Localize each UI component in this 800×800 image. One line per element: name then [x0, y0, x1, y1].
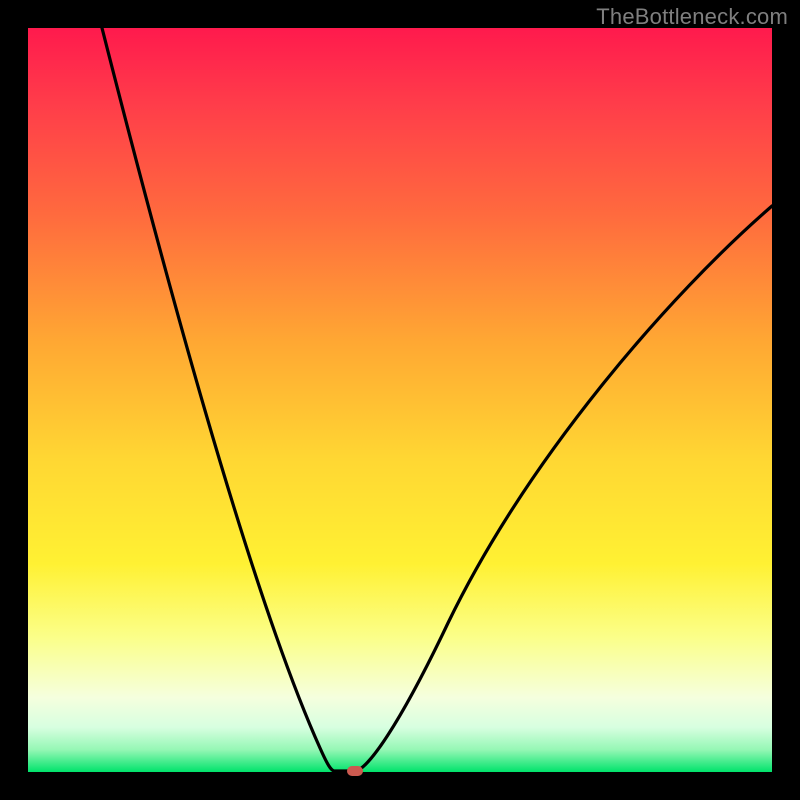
watermark-text: TheBottleneck.com [596, 4, 788, 30]
bottleneck-curve [28, 28, 772, 772]
curve-path [102, 28, 772, 771]
optimal-point-marker [347, 766, 363, 776]
plot-area [28, 28, 772, 772]
